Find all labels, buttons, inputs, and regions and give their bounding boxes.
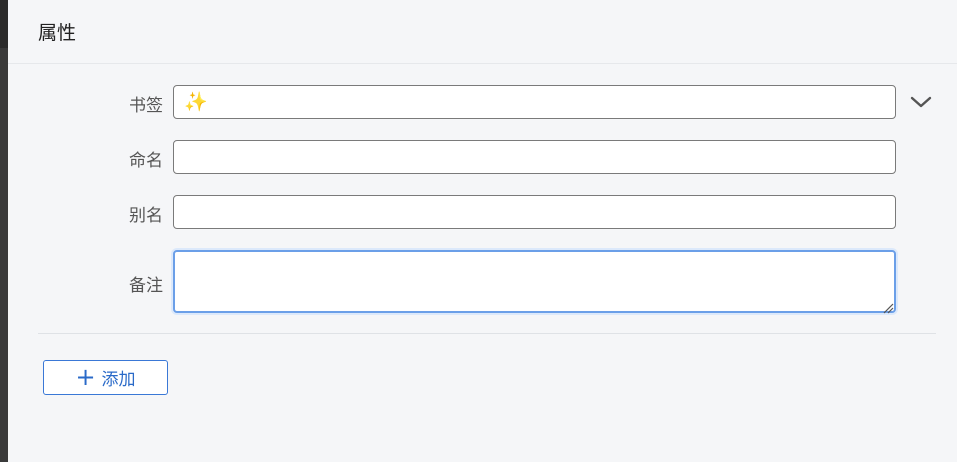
memo-label: 备注 xyxy=(129,276,163,296)
properties-panel: 属性 书签 ✨ 命名 别名 备注 + 添加 xyxy=(0,0,957,462)
plus-icon: + xyxy=(75,362,96,391)
bookmark-emoji: ✨ xyxy=(184,90,208,113)
alias-field[interactable] xyxy=(173,195,896,229)
alias-label: 别名 xyxy=(129,206,163,226)
panel-header: 属性 xyxy=(8,0,957,64)
resize-grip-icon[interactable] xyxy=(882,299,894,314)
chevron-down-icon[interactable] xyxy=(908,90,934,114)
left-edge-bar xyxy=(0,0,8,462)
bookmark-field[interactable]: ✨ xyxy=(173,85,896,119)
add-button-label: 添加 xyxy=(101,370,136,390)
panel-title: 属性 xyxy=(38,22,77,44)
memo-textarea[interactable] xyxy=(173,250,896,313)
name-field[interactable] xyxy=(173,140,896,174)
section-divider xyxy=(38,333,936,334)
add-button[interactable]: + 添加 xyxy=(43,360,168,395)
name-label: 命名 xyxy=(129,151,163,171)
bookmark-label: 书签 xyxy=(129,96,163,116)
